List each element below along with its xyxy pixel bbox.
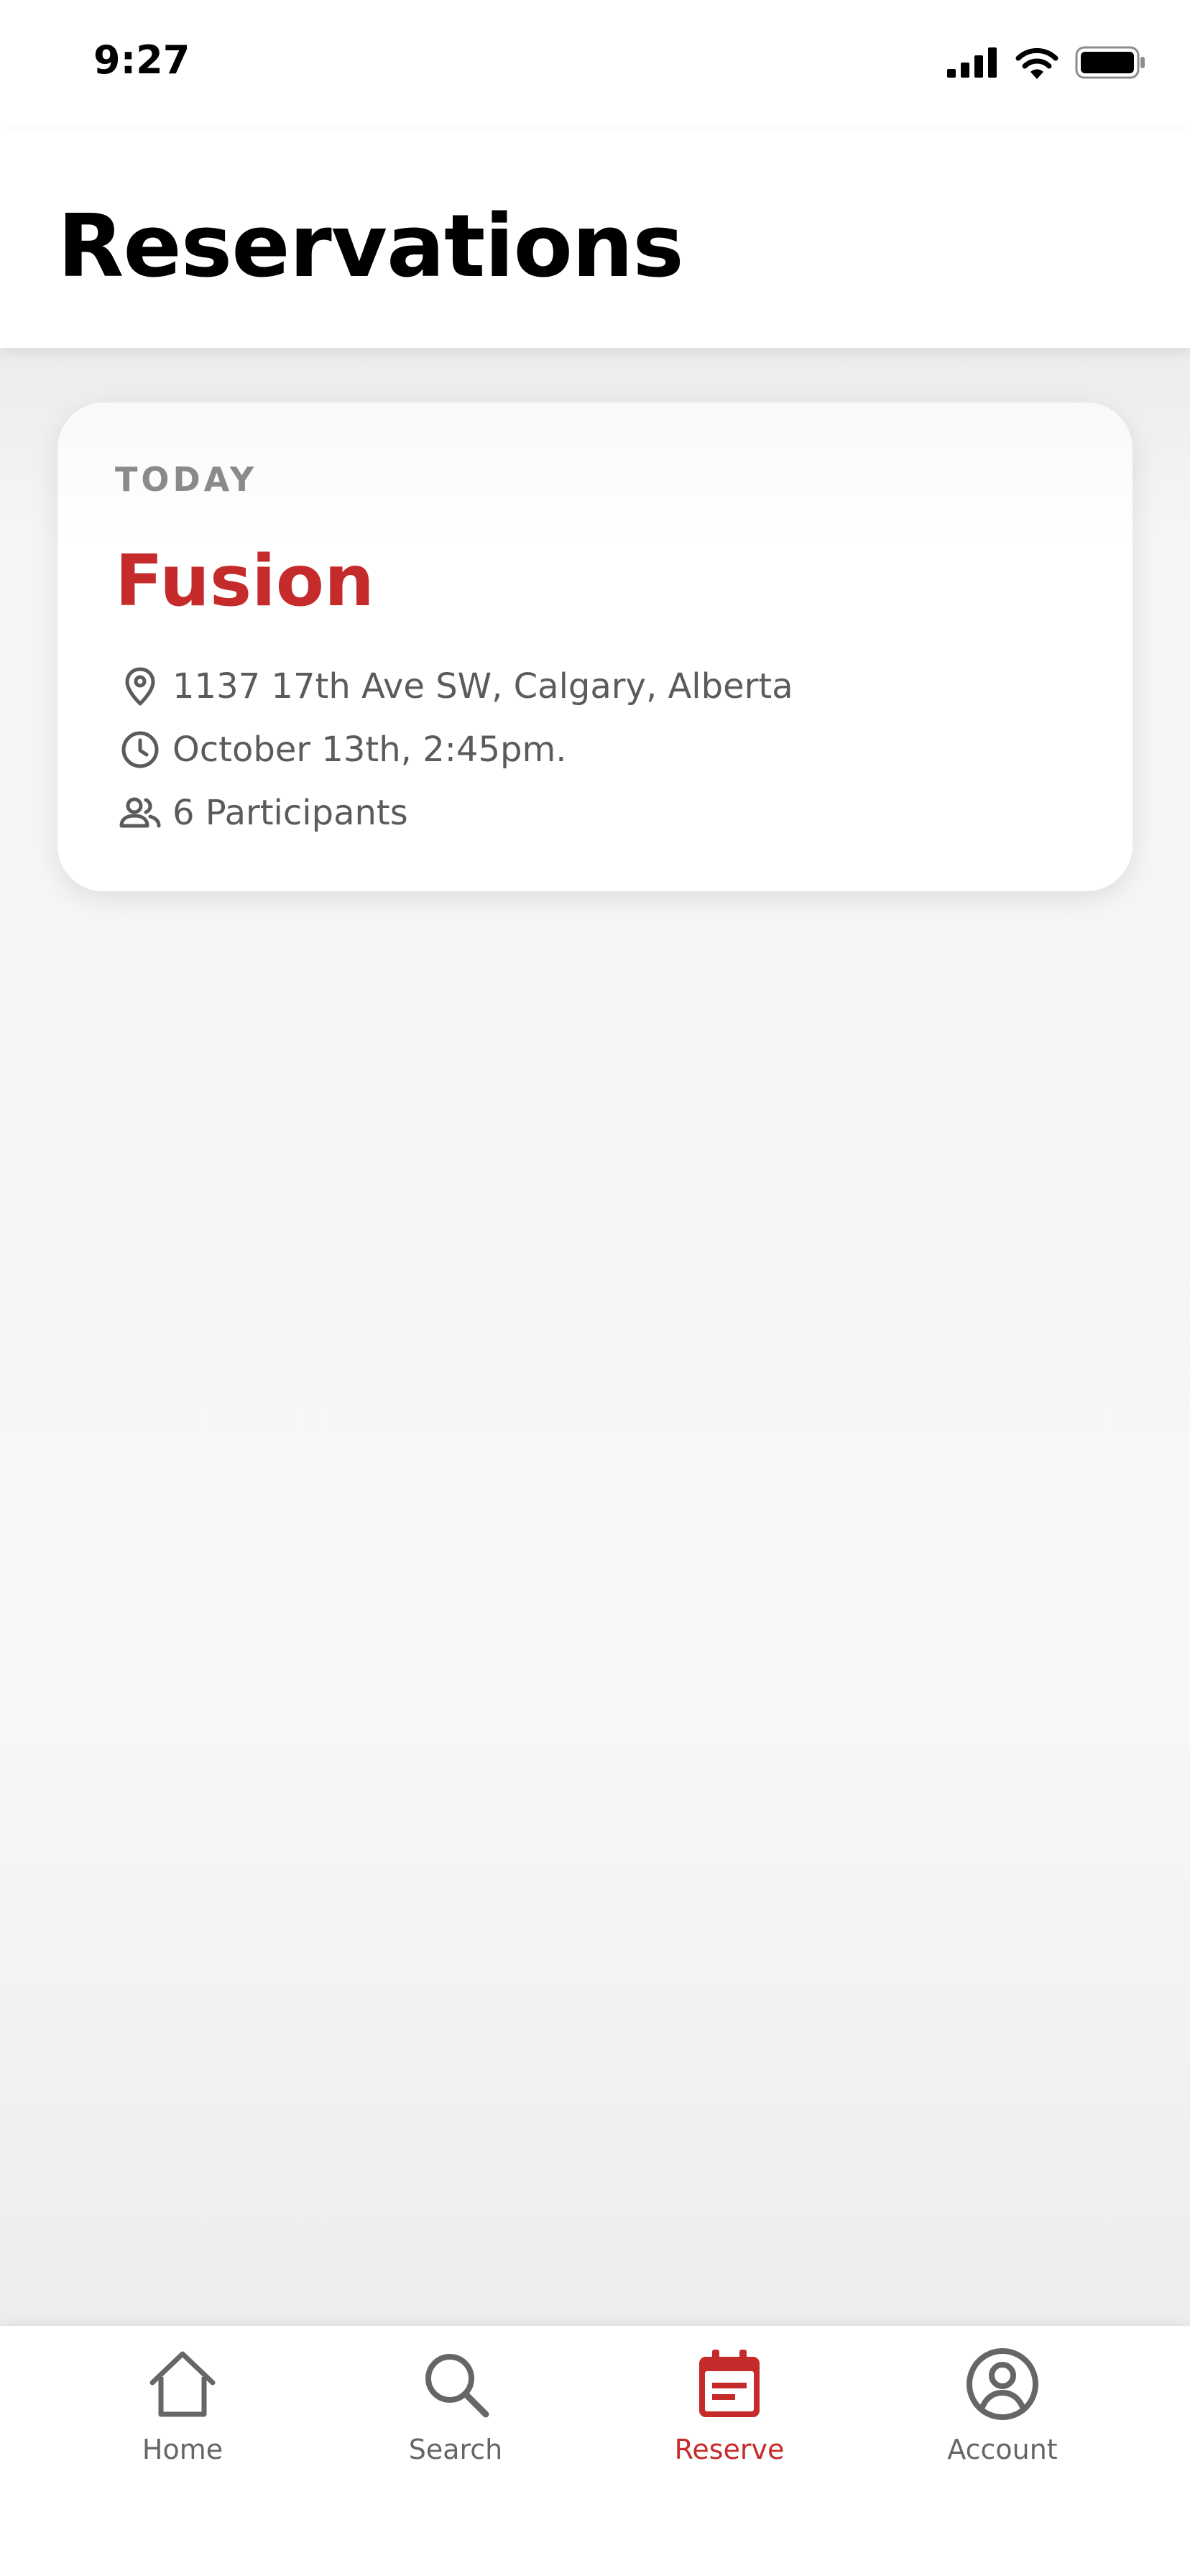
tab-search-label: Search [408,2434,503,2465]
reservation-participants: 6 Participants [172,793,408,833]
location-pin-icon [115,661,165,712]
home-icon [143,2345,222,2424]
reservations-list: TODAY Fusion 1137 17th Ave SW, Calgary, … [0,348,1190,2326]
tab-home-label: Home [142,2434,223,2465]
reservation-address: 1137 17th Ave SW, Calgary, Alberta [172,666,793,707]
status-time: 9:27 [93,37,190,83]
tab-reserve-label: Reserve [674,2434,785,2465]
cellular-signal-icon [947,47,999,81]
reservation-address-row: 1137 17th Ave SW, Calgary, Alberta [115,661,793,712]
account-icon [963,2345,1042,2424]
reservation-card[interactable]: TODAY Fusion 1137 17th Ave SW, Calgary, … [57,402,1133,891]
page-title: Reservations [57,197,684,297]
page-header: Reservations [0,129,1190,348]
restaurant-name: Fusion [115,540,374,622]
battery-icon [1075,46,1147,83]
status-bar: 9:27 [0,0,1190,129]
tab-home[interactable]: Home [46,2326,319,2498]
reservation-datetime-row: October 13th, 2:45pm. [115,724,566,775]
tab-search[interactable]: Search [319,2326,592,2498]
bottom-tab-bar: Home Search Reserve Account [0,2326,1190,2576]
wifi-icon [1015,46,1059,83]
clock-icon [115,724,165,775]
reservation-participants-row: 6 Participants [115,788,408,838]
status-icons [947,46,1147,83]
reservation-day-label: TODAY [115,460,258,499]
tab-reserve[interactable]: Reserve [593,2326,866,2498]
people-icon [115,788,165,838]
tab-account[interactable]: Account [866,2326,1139,2498]
tab-account-label: Account [947,2434,1058,2465]
reservation-datetime: October 13th, 2:45pm. [172,730,567,770]
calendar-icon [690,2345,769,2424]
search-icon [416,2345,495,2424]
